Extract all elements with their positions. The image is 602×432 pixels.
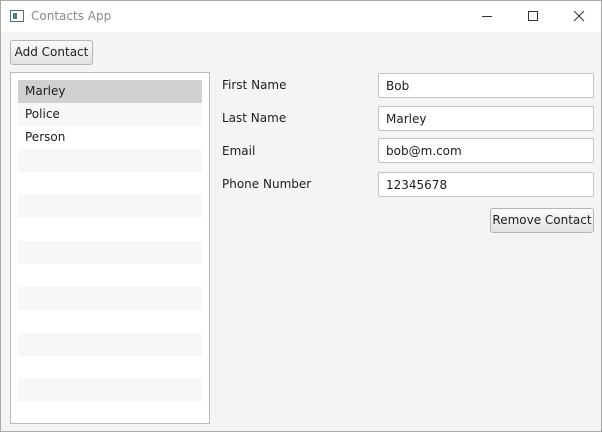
maximize-icon <box>528 11 538 21</box>
remove-contact-button[interactable]: Remove Contact <box>490 208 594 233</box>
app-window: Contacts App Add Contact Marley Police Per… <box>0 0 602 432</box>
add-contact-button[interactable]: Add Contact <box>10 40 93 65</box>
empty-list-row <box>18 379 202 402</box>
last-name-field[interactable] <box>378 106 594 131</box>
empty-list-row <box>18 402 202 423</box>
last-name-label: Last Name <box>222 111 287 125</box>
window-title: Contacts App <box>31 9 112 23</box>
empty-list-row <box>18 172 202 195</box>
empty-list-row <box>18 149 202 172</box>
email-label: Email <box>222 144 256 158</box>
empty-list-row <box>18 356 202 379</box>
close-button[interactable] <box>556 1 602 32</box>
contact-list-item[interactable]: Police <box>18 103 202 126</box>
contact-list-item[interactable]: Person <box>18 126 202 149</box>
empty-list-row <box>18 264 202 287</box>
empty-list-row <box>18 218 202 241</box>
email-field[interactable] <box>378 138 594 163</box>
first-name-label: First Name <box>222 78 287 92</box>
app-icon <box>10 10 24 22</box>
minimize-icon <box>482 16 492 17</box>
empty-list-row <box>18 333 202 356</box>
minimize-button[interactable] <box>464 1 510 32</box>
contact-list[interactable]: Marley Police Person <box>10 72 210 424</box>
close-icon <box>573 11 585 22</box>
title-bar[interactable]: Contacts App <box>1 1 601 32</box>
empty-list-row <box>18 195 202 218</box>
contact-list-item[interactable]: Marley <box>18 80 202 103</box>
maximize-button[interactable] <box>510 1 556 32</box>
phone-number-field[interactable] <box>378 172 594 197</box>
first-name-field[interactable] <box>378 73 594 98</box>
contact-list-rows: Marley Police Person <box>18 80 202 423</box>
phone-number-label: Phone Number <box>222 177 312 191</box>
main-content: Add Contact Marley Police Person First Nam… <box>1 32 601 431</box>
empty-list-row <box>18 310 202 333</box>
empty-list-row <box>18 287 202 310</box>
empty-list-row <box>18 241 202 264</box>
